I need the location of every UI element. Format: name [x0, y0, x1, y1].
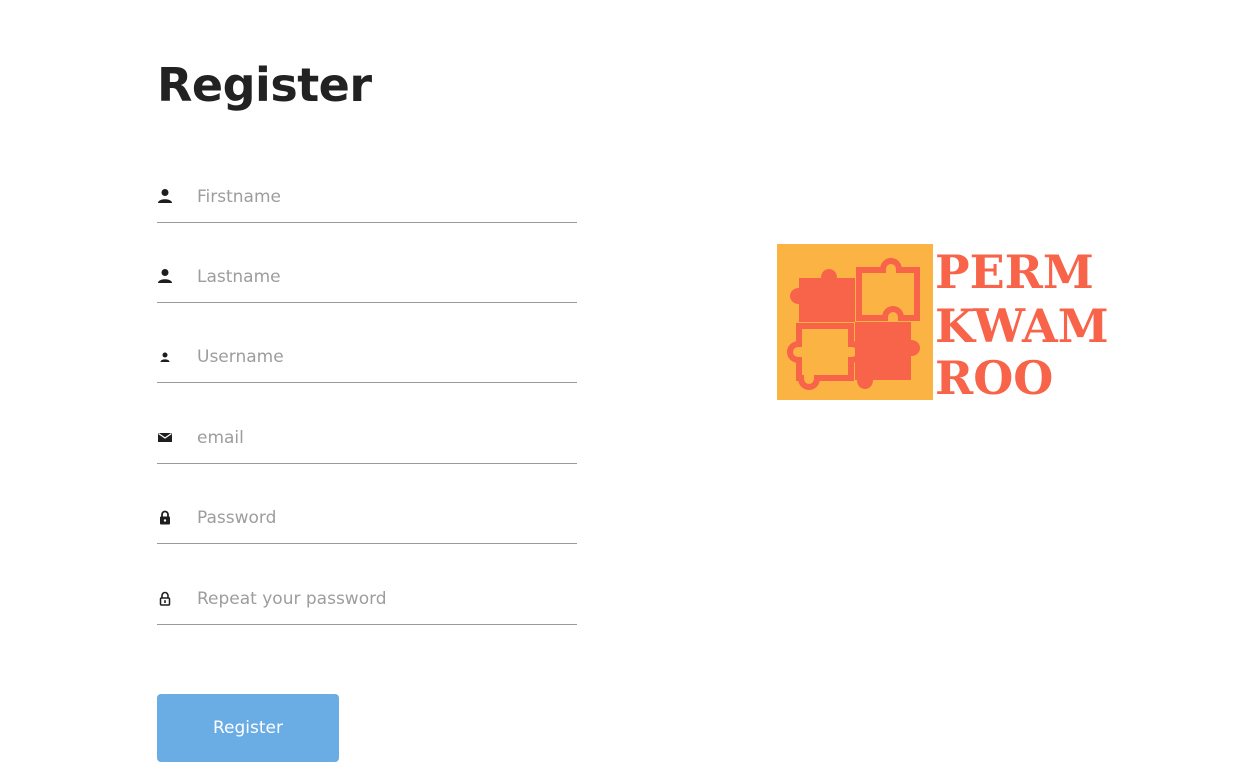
page-title: Register [157, 58, 372, 112]
password-field [157, 499, 577, 544]
lock-icon [157, 509, 173, 525]
register-button[interactable]: Register [157, 694, 339, 762]
email-input[interactable] [197, 419, 567, 457]
brand-logo: PERM KWAM ROO [777, 244, 1162, 405]
username-field [157, 338, 577, 383]
logo-line-3: ROO [935, 351, 1053, 402]
logo-line-1: PERM [935, 245, 1094, 299]
lock-outline-icon [157, 590, 173, 606]
firstname-field [157, 178, 577, 223]
firstname-input[interactable] [197, 178, 567, 216]
person-small-icon [157, 348, 173, 364]
password-input[interactable] [197, 499, 567, 537]
register-page: Register Firstname Lastname Username ema… [0, 0, 1244, 782]
person-icon [157, 188, 173, 204]
person-icon [157, 268, 173, 284]
logo-line-2: KWAM [935, 299, 1109, 353]
lastname-input[interactable] [197, 258, 567, 296]
envelope-icon [157, 429, 173, 445]
lastname-field [157, 258, 577, 303]
repeat-password-input[interactable] [197, 580, 567, 618]
email-field [157, 419, 577, 464]
username-input[interactable] [197, 338, 567, 376]
repeat-password-field [157, 580, 577, 625]
